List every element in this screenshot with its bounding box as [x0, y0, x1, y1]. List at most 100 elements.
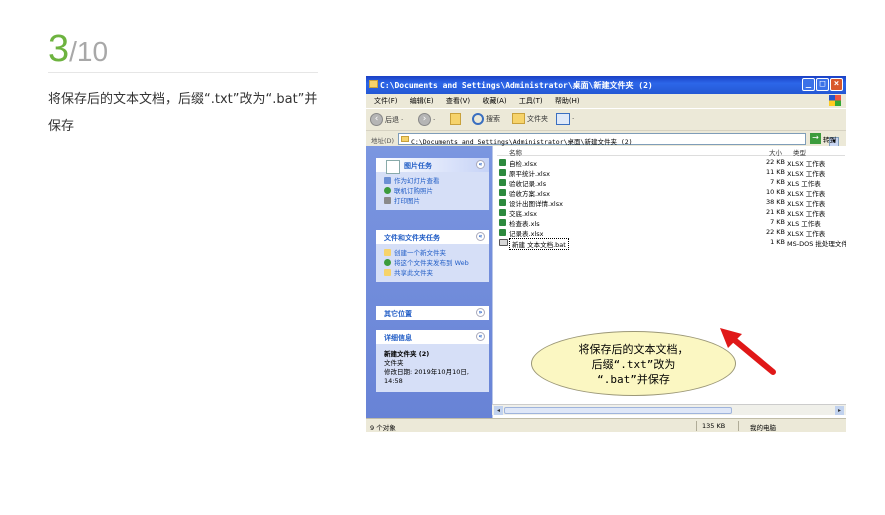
task-slideshow[interactable]: 作为幻灯片查看	[384, 176, 485, 186]
details-header[interactable]: 详细信息 «	[376, 330, 489, 344]
menu-bar: 文件(F) 编辑(E) 查看(V) 收藏(A) 工具(T) 帮助(H)	[366, 94, 846, 108]
horizontal-scrollbar[interactable]: ◂ ▸	[492, 404, 846, 415]
window-titlebar: C:\Documents and Settings\Administrator\…	[366, 76, 846, 94]
file-row[interactable]: 记录表.xlsx 22 KB XLSX 工作表	[497, 228, 846, 238]
status-bar: 9 个对象 135 KB 我的电脑	[366, 418, 846, 432]
search-button[interactable]: 搜索	[472, 113, 500, 125]
folders-icon	[512, 113, 525, 124]
step-divider	[48, 72, 318, 73]
file-tasks-header[interactable]: 文件和文件夹任务 «	[376, 230, 489, 244]
menu-view[interactable]: 查看(V)	[446, 97, 470, 105]
picture-icon	[386, 160, 400, 174]
file-row[interactable]: 原平统计.xlsx 11 KB XLSX 工作表	[497, 168, 846, 178]
close-button[interactable]: ×	[830, 78, 843, 91]
step-number: 3	[48, 28, 70, 70]
expand-icon[interactable]: »	[476, 308, 485, 317]
globe-icon	[384, 187, 391, 194]
task-pane: 图片任务 « 作为幻灯片查看 联机订购照片 打印图片 文件和文件夹任务 « 创建…	[366, 146, 492, 418]
back-arrow-icon: ‹	[370, 113, 383, 126]
folder-icon	[369, 80, 378, 88]
task-print-pictures[interactable]: 打印图片	[384, 196, 485, 206]
other-places-header[interactable]: 其它位置 »	[376, 306, 489, 320]
other-places-panel: 其它位置 »	[376, 306, 489, 320]
excel-file-icon	[499, 209, 506, 216]
details-panel: 详细信息 « 新建文件夹 (2) 文件夹 修改日期: 2019年10月10日, …	[376, 330, 489, 392]
excel-file-icon	[499, 199, 506, 206]
batch-file-icon	[499, 239, 508, 246]
status-location: 我的电脑	[750, 424, 776, 432]
address-input[interactable]: C:\Documents and Settings\Administrator\…	[398, 133, 839, 147]
web-publish-icon	[384, 259, 391, 266]
picture-tasks-header[interactable]: 图片任务 «	[376, 158, 489, 174]
watermark: Baidu经验	[734, 376, 792, 390]
share-folder-icon	[384, 269, 391, 276]
views-button[interactable]: ·	[556, 113, 574, 125]
address-bar: 地址(D) C:\Documents and Settings\Administ…	[366, 130, 846, 147]
task-publish-web[interactable]: 将这个文件夹发布到 Web	[384, 258, 485, 268]
search-icon	[472, 113, 484, 125]
task-order-prints[interactable]: 联机订购照片	[384, 186, 485, 196]
details-modified: 修改日期: 2019年10月10日, 14:58	[384, 368, 469, 385]
back-button[interactable]: ‹ 后退 ·	[370, 113, 403, 126]
address-folder-icon	[401, 136, 409, 142]
column-size[interactable]: 大小	[769, 147, 782, 157]
printer-icon	[384, 197, 391, 204]
file-row[interactable]: 验收记录.xls 7 KB XLS 工作表	[497, 178, 846, 188]
go-button[interactable]: → 转到	[810, 133, 836, 144]
excel-file-icon	[499, 229, 506, 236]
details-name: 新建文件夹 (2)	[384, 350, 430, 358]
collapse-icon[interactable]: «	[476, 160, 485, 169]
new-folder-icon	[384, 249, 391, 256]
excel-file-icon	[499, 189, 506, 196]
forward-button[interactable]: › ·	[418, 113, 435, 126]
folders-button[interactable]: 文件夹	[512, 113, 548, 124]
column-headers: 名称 大小 类型	[497, 146, 845, 157]
task-new-folder[interactable]: 创建一个新文件夹	[384, 248, 485, 258]
scroll-thumb[interactable]	[504, 407, 732, 414]
file-tasks-panel: 文件和文件夹任务 « 创建一个新文件夹 将这个文件夹发布到 Web 共享此文件夹	[376, 230, 489, 282]
window-title: C:\Documents and Settings\Administrator\…	[380, 81, 653, 90]
file-row[interactable]: 自检.xlsx 22 KB XLSX 工作表	[497, 158, 846, 168]
status-size: 135 KB	[702, 422, 726, 430]
maximize-button[interactable]: □	[816, 78, 829, 91]
go-arrow-icon: →	[810, 133, 821, 144]
address-label: 地址(D)	[371, 137, 395, 145]
file-row[interactable]: 交底.xlsx 21 KB XLSX 工作表	[497, 208, 846, 218]
slideshow-icon	[384, 177, 391, 184]
menu-favorites[interactable]: 收藏(A)	[482, 97, 506, 105]
file-row[interactable]: 设计出图详情.xlsx 38 KB XLSX 工作表	[497, 198, 846, 208]
column-name[interactable]: 名称	[509, 147, 522, 157]
up-folder-button[interactable]	[450, 113, 461, 125]
scroll-left-icon[interactable]: ◂	[494, 406, 503, 415]
windows-logo-icon	[829, 95, 841, 106]
menu-file[interactable]: 文件(F)	[374, 97, 398, 105]
step-indicator: 3/10	[48, 28, 108, 71]
step-description: 将保存后的文本文档，后缀“.txt”改为“.bat”并保存	[48, 92, 318, 134]
details-kind: 文件夹	[384, 359, 404, 367]
explorer-screenshot: C:\Documents and Settings\Administrator\…	[366, 76, 846, 432]
status-divider	[738, 421, 739, 431]
picture-tasks-panel: 图片任务 « 作为幻灯片查看 联机订购照片 打印图片	[376, 158, 489, 210]
menu-tools[interactable]: 工具(T)	[519, 97, 543, 105]
annotation-callout: 将保存后的文本文档， 后缀“.txt”改为 “.bat”并保存	[531, 331, 736, 396]
step-total: /10	[69, 36, 109, 67]
forward-arrow-icon: ›	[418, 113, 431, 126]
column-type[interactable]: 类型	[793, 147, 806, 157]
collapse-icon[interactable]: «	[476, 232, 485, 241]
status-count: 9 个对象	[370, 424, 396, 432]
toolbar: ‹ 后退 · › · 搜索 文件夹 ·	[366, 108, 846, 130]
up-folder-icon	[450, 113, 461, 125]
file-row-bat[interactable]: 新建 文本文档.bat 1 KB MS-DOS 批处理文件	[497, 238, 846, 250]
status-divider	[696, 421, 697, 431]
scroll-right-icon[interactable]: ▸	[835, 406, 844, 415]
menu-edit[interactable]: 编辑(E)	[410, 97, 434, 105]
excel-file-icon	[499, 169, 506, 176]
excel-file-icon	[499, 159, 506, 166]
task-share-folder[interactable]: 共享此文件夹	[384, 268, 485, 278]
menu-help[interactable]: 帮助(H)	[555, 97, 580, 105]
file-row[interactable]: 检查表.xls 7 KB XLS 工作表	[497, 218, 846, 228]
file-row[interactable]: 验收方案.xlsx 10 KB XLSX 工作表	[497, 188, 846, 198]
excel-file-icon	[499, 179, 506, 186]
collapse-icon[interactable]: «	[476, 332, 485, 341]
minimize-button[interactable]: _	[802, 78, 815, 91]
